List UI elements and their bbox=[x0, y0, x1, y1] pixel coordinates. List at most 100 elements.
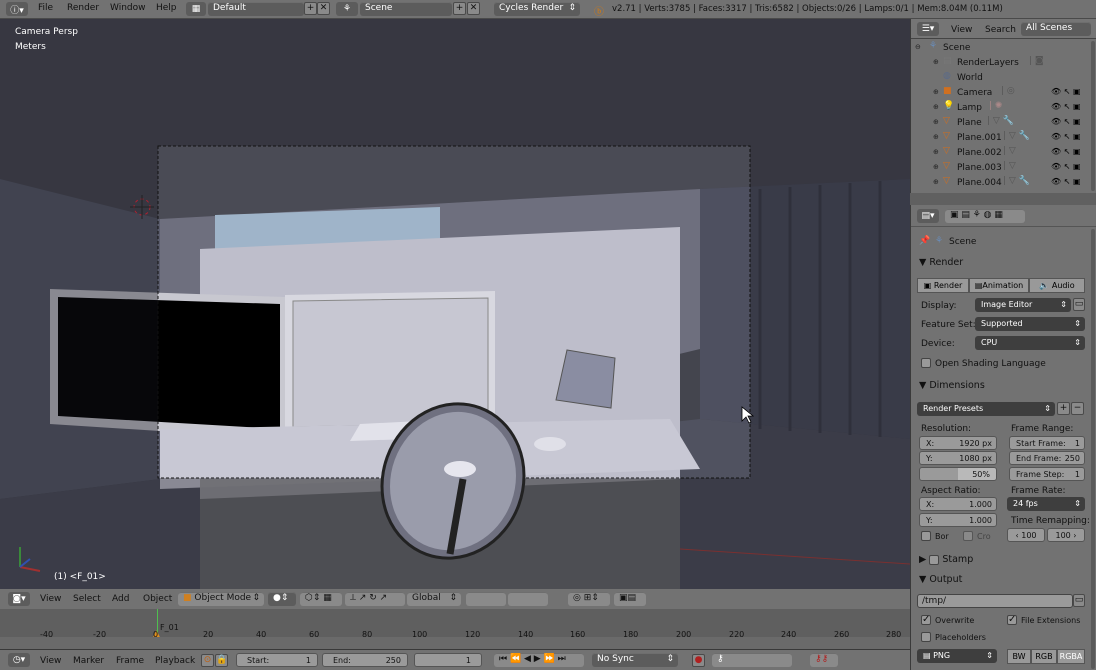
preview-range-icon[interactable]: ⊙ bbox=[201, 654, 214, 667]
layers-grid-1[interactable] bbox=[466, 592, 506, 606]
frame-step-field[interactable]: Frame Step: 1 bbox=[1009, 467, 1085, 481]
menu-playback[interactable]: Playback bbox=[155, 656, 195, 666]
context-tabs[interactable]: ▣ ▤ ⚘ ◍ ▦ bbox=[945, 209, 1025, 223]
outliner-row[interactable]: ⊕ ▽ Plane.003 | ▽ 👁 ↖ ▣ bbox=[911, 160, 1096, 175]
outliner-row[interactable]: ⊕ 💡 Lamp | ✺ 👁 ↖ ▣ bbox=[911, 100, 1096, 115]
keying-set-field[interactable]: ⚷ bbox=[712, 653, 792, 667]
menu-frame[interactable]: Frame bbox=[116, 656, 144, 666]
render-engine-select[interactable]: Cycles Render ⇕ bbox=[494, 2, 580, 16]
menu-select[interactable]: Select bbox=[73, 594, 101, 604]
frame-rate-select[interactable]: 24 fps ⇕ bbox=[1007, 497, 1085, 511]
menu-view[interactable]: View bbox=[40, 594, 61, 604]
add-scene-icon[interactable]: + bbox=[453, 2, 466, 15]
screen-layout-field[interactable]: Default bbox=[208, 2, 304, 16]
menu-file[interactable]: File bbox=[38, 3, 53, 13]
sync-select[interactable]: No Sync ⇕ bbox=[592, 653, 678, 667]
crop-checkbox[interactable] bbox=[963, 531, 973, 542]
outliner-row[interactable]: ⊕ ▽ Plane.004 | ▽ 🔧 👁 ↖ ▣ bbox=[911, 175, 1096, 190]
editor-type-3dview-icon[interactable]: ◙▾ bbox=[8, 592, 30, 606]
panel-stamp-header[interactable]: ▶ Stamp bbox=[919, 554, 973, 565]
properties-scrollbar[interactable] bbox=[1091, 229, 1095, 669]
panel-dimensions-header[interactable]: ▼ Dimensions bbox=[919, 380, 985, 391]
remap-old-field[interactable]: ‹ 100 bbox=[1007, 528, 1045, 542]
editor-type-properties-icon[interactable]: ▤▾ bbox=[917, 209, 939, 223]
visibility-icons[interactable]: 👁 ↖ ▣ bbox=[1051, 132, 1081, 141]
outliner-row[interactable]: ⊕ ▽ Plane.001 | ▽ 🔧 👁 ↖ ▣ bbox=[911, 130, 1096, 145]
render-preview-icon[interactable]: ▣▤ bbox=[614, 592, 646, 606]
audio-button[interactable]: 🔈 Audio bbox=[1029, 278, 1085, 293]
outliner-row[interactable]: ⊖ ⚘ Scene bbox=[911, 40, 1096, 55]
properties-editor[interactable]: ▤▾ ▣ ▤ ⚘ ◍ ▦ 📌 ⚘ Scene ▼ Render ▣ Render… bbox=[910, 205, 1096, 670]
display-select[interactable]: Image Editor ⇕ bbox=[975, 298, 1071, 312]
area-divider[interactable] bbox=[910, 193, 1096, 205]
color-rgb-button[interactable]: RGB bbox=[1031, 649, 1057, 664]
start-frame-field[interactable]: Start Frame: 1 bbox=[1009, 436, 1085, 450]
screen-layout-icon[interactable]: ▦ bbox=[186, 2, 206, 16]
placeholders-checkbox[interactable] bbox=[921, 632, 931, 643]
render-presets-select[interactable]: Render Presets ⇕ bbox=[917, 402, 1055, 416]
playback-controls[interactable]: ⏮ ⏪ ◀ ▶ ⏩ ⏭ bbox=[494, 653, 584, 667]
aspect-x-field[interactable]: X: 1.000 bbox=[919, 497, 997, 511]
visibility-icons[interactable]: 👁 ↖ ▣ bbox=[1051, 87, 1081, 96]
panel-render-header[interactable]: ▼ Render bbox=[919, 257, 963, 268]
aspect-y-field[interactable]: Y: 1.000 bbox=[919, 513, 997, 527]
editor-type-info-icon[interactable]: ⓘ▾ bbox=[6, 2, 28, 16]
keyframe-icons[interactable]: ⚷⚷ bbox=[810, 653, 838, 667]
end-frame-field[interactable]: End: 250 bbox=[322, 653, 408, 667]
add-screen-icon[interactable]: + bbox=[304, 2, 317, 15]
osl-checkbox[interactable] bbox=[921, 358, 931, 369]
outliner-row[interactable]: ⊕ ▽ Plane | ▽ 🔧 👁 ↖ ▣ bbox=[911, 115, 1096, 130]
outliner[interactable]: ☰▾ View Search All Scenes ⊖ ⚘ Scene ⊕ ▤ Rend… bbox=[910, 19, 1096, 193]
output-path-field[interactable]: /tmp/ bbox=[917, 594, 1073, 608]
resolution-y-field[interactable]: Y: 1080 px bbox=[919, 451, 997, 465]
menu-window[interactable]: Window bbox=[110, 3, 146, 13]
menu-render[interactable]: Render bbox=[67, 3, 99, 13]
end-frame-field[interactable]: End Frame: 250 bbox=[1009, 451, 1085, 465]
remap-new-field[interactable]: 100 › bbox=[1047, 528, 1085, 542]
shading-icon[interactable]: ●⇕ bbox=[268, 592, 296, 606]
feature-set-select[interactable]: Supported ⇕ bbox=[975, 317, 1085, 331]
layers-grid-2[interactable] bbox=[508, 592, 548, 606]
menu-add[interactable]: Add bbox=[112, 594, 129, 604]
delete-scene-icon[interactable]: ✕ bbox=[467, 2, 480, 15]
menu-object[interactable]: Object bbox=[143, 594, 172, 604]
orientation-select[interactable]: Global ⇕ bbox=[407, 592, 461, 606]
visibility-icons[interactable]: 👁 ↖ ▣ bbox=[1051, 177, 1081, 186]
resolution-percentage-slider[interactable]: 50% bbox=[919, 467, 997, 481]
record-icon[interactable]: ● bbox=[692, 654, 705, 667]
menu-help[interactable]: Help bbox=[156, 3, 177, 13]
3d-viewport[interactable]: Camera Persp Meters (1) <F_01> bbox=[0, 19, 910, 589]
outliner-row[interactable]: ⊕ ▽ Plane.002 | ▽ 👁 ↖ ▣ bbox=[911, 145, 1096, 160]
delete-screen-icon[interactable]: ✕ bbox=[317, 2, 330, 15]
resolution-x-field[interactable]: X: 1920 px bbox=[919, 436, 997, 450]
menu-search[interactable]: Search bbox=[985, 25, 1016, 35]
pivot-icon[interactable]: ⬡⇕ ▦ bbox=[300, 592, 342, 606]
panel-output-header[interactable]: ▼ Output bbox=[919, 574, 962, 585]
remove-preset-icon[interactable]: − bbox=[1071, 402, 1084, 415]
file-format-select[interactable]: ▤ PNG ⇕ bbox=[917, 649, 997, 663]
outliner-row[interactable]: ⊕ ■ Camera | ◎ 👁 ↖ ▣ bbox=[911, 85, 1096, 100]
color-rgba-button[interactable]: RGBA bbox=[1057, 649, 1085, 664]
color-bw-button[interactable]: BW bbox=[1007, 649, 1031, 664]
lock-icon[interactable]: 🔒 bbox=[215, 654, 228, 667]
outliner-row[interactable]: ⊕ ▤ RenderLayers | ◙ bbox=[911, 55, 1096, 70]
device-select[interactable]: CPU ⇕ bbox=[975, 336, 1085, 350]
timeline-area[interactable]: F_01 ▲ bbox=[0, 609, 910, 649]
render-button[interactable]: ▣ Render bbox=[917, 278, 969, 293]
scene-field[interactable]: Scene bbox=[360, 2, 452, 16]
editor-type-outliner-icon[interactable]: ☰▾ bbox=[917, 22, 939, 36]
file-extensions-checkbox[interactable] bbox=[1007, 614, 1017, 626]
display-window-icon[interactable]: ▭ bbox=[1073, 298, 1085, 311]
display-filter-select[interactable]: All Scenes bbox=[1021, 22, 1091, 36]
add-preset-icon[interactable]: + bbox=[1057, 402, 1070, 415]
snap-icon[interactable]: ◎ ⊞⇕ bbox=[568, 592, 610, 606]
start-frame-field[interactable]: Start: 1 bbox=[236, 653, 318, 667]
editor-type-timeline-icon[interactable]: ◷▾ bbox=[8, 653, 30, 667]
menu-view[interactable]: View bbox=[40, 656, 61, 666]
visibility-icons[interactable]: 👁 ↖ ▣ bbox=[1051, 102, 1081, 111]
mode-select[interactable]: ■ Object Mode ⇕ bbox=[178, 592, 264, 606]
current-frame-field[interactable]: 1 bbox=[414, 653, 482, 667]
outliner-row[interactable]: ◍ World bbox=[911, 70, 1096, 85]
border-checkbox[interactable] bbox=[921, 531, 931, 542]
folder-icon[interactable]: ▭ bbox=[1073, 594, 1085, 607]
